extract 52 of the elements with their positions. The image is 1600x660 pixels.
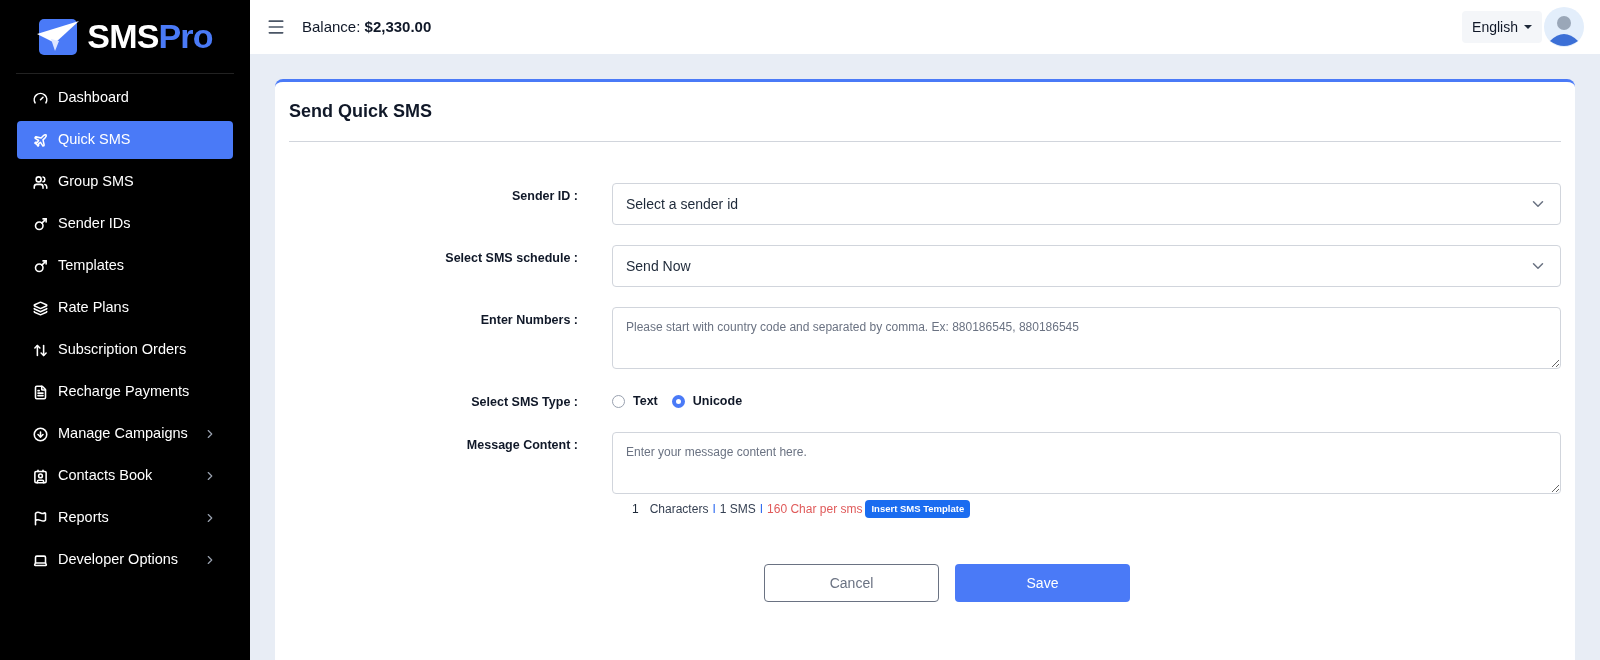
sidebar-item[interactable]: Subscription Orders [17, 331, 233, 369]
document-icon [33, 384, 48, 400]
sidebar-item[interactable]: Recharge Payments [17, 373, 233, 411]
sms-count: 1 SMS [719, 500, 756, 518]
text-area-field[interactable]: Enter your message content here. [612, 431, 1561, 494]
flag-icon [33, 510, 48, 526]
layers-icon [33, 300, 48, 316]
insert-template-button[interactable]: Insert SMS Template [865, 499, 971, 518]
field-label: Message Content : [465, 436, 579, 454]
field-label: Enter Numbers : [479, 312, 579, 329]
sidebar-item[interactable]: Reports [17, 499, 233, 537]
sidebar-item[interactable]: Group SMS [17, 163, 233, 201]
gauge-icon [33, 90, 48, 106]
sidebar-item[interactable]: Rate Plans [17, 289, 233, 327]
plane-icon [33, 132, 48, 148]
card-title: Send Quick SMS [289, 82, 1561, 142]
separator: I [759, 500, 764, 518]
sidebar-item[interactable]: Templates [17, 247, 233, 285]
select-field[interactable]: Select a sender id [612, 183, 1561, 225]
sidebar-item[interactable]: Contacts Book [17, 457, 233, 495]
users-icon [33, 174, 48, 190]
save-button[interactable]: Save [955, 564, 1130, 602]
separator: I [712, 500, 716, 518]
characters-label: Characters [649, 500, 709, 518]
field-label: Sender ID : [511, 188, 579, 205]
radio-option[interactable]: Text [612, 392, 658, 411]
text-area-field[interactable]: Please start with country code and separated by comma. Ex: 880186545, 880186545 [612, 307, 1561, 369]
mars-icon [33, 216, 48, 232]
menu-icon[interactable] [266, 17, 286, 37]
language-dropdown[interactable]: English [1462, 11, 1542, 43]
paper-plane-logo-icon [37, 16, 80, 57]
balance-text: Balance: $2,330.00 [302, 16, 432, 37]
sort-icon [33, 342, 48, 358]
avatar-icon[interactable] [1544, 7, 1584, 47]
contact-card-icon [33, 468, 48, 484]
field-label: Select SMS schedule : [444, 250, 579, 267]
char-limit-text: 160 Char per sms [767, 500, 863, 518]
radio-option[interactable]: Unicode [671, 392, 743, 411]
character-count: 1 [632, 500, 639, 518]
sidebar-item[interactable]: Manage Campaigns [17, 415, 233, 453]
caret-icon [1524, 25, 1532, 29]
logo-text: SMSPro [87, 16, 213, 57]
sidebar-item[interactable]: Developer Options [17, 541, 233, 579]
select-field[interactable]: Send Now [612, 245, 1561, 287]
field-label: Select SMS Type : [470, 394, 579, 411]
radio-button[interactable] [671, 394, 685, 408]
sidebar-item[interactable]: Quick SMS [17, 121, 233, 159]
sidebar-item[interactable]: Sender IDs [17, 205, 233, 243]
cancel-button[interactable]: Cancel [764, 564, 939, 602]
sidebar-item[interactable]: Dashboard [17, 79, 233, 117]
mars-icon [33, 258, 48, 274]
laptop-icon [33, 552, 48, 568]
